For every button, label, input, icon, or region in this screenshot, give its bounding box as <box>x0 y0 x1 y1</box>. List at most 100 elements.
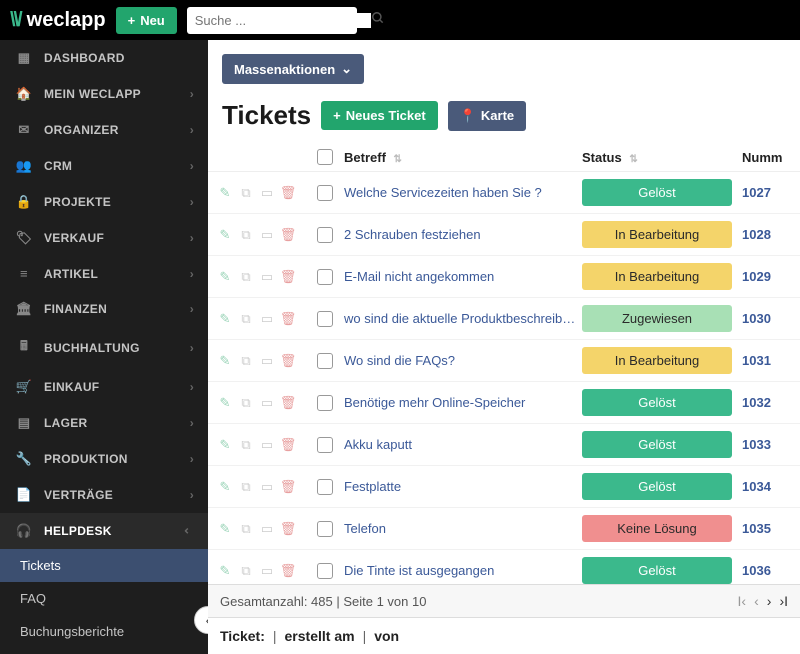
row-checkbox[interactable] <box>317 479 333 495</box>
row-checkbox[interactable] <box>317 563 333 579</box>
ticket-number-link[interactable]: 1027 <box>742 185 771 200</box>
sidebar-item-produktion[interactable]: 🔧PRODUKTION› <box>0 441 208 477</box>
logo[interactable]: \\/ weclapp <box>10 9 106 32</box>
copy-icon[interactable]: ⧉ <box>237 185 255 201</box>
new-ticket-button[interactable]: + Neues Ticket <box>321 101 438 130</box>
mass-actions-button[interactable]: Massenaktionen ⌄ <box>222 54 364 84</box>
ticket-subject-link[interactable]: Die Tinte ist ausgegangen <box>344 563 582 578</box>
search-input[interactable] <box>195 13 371 28</box>
ticket-number-link[interactable]: 1032 <box>742 395 771 410</box>
row-checkbox[interactable] <box>317 395 333 411</box>
copy-icon[interactable]: ⧉ <box>237 269 255 285</box>
ticket-subject-link[interactable]: Wo sind die FAQs? <box>344 353 582 368</box>
folder-icon[interactable]: ▭ <box>258 563 276 579</box>
ticket-subject-link[interactable]: Akku kaputt <box>344 437 582 452</box>
sidebar-item-dashboard[interactable]: ▦DASHBOARD <box>0 40 208 76</box>
ticket-subject-link[interactable]: 2 Schrauben festziehen <box>344 227 582 242</box>
copy-icon[interactable]: ⧉ <box>237 563 255 579</box>
row-checkbox[interactable] <box>317 185 333 201</box>
edit-icon[interactable]: ✎ <box>216 437 234 453</box>
delete-icon[interactable]: 🗑 <box>279 185 297 201</box>
col-number[interactable]: Numm <box>742 150 792 165</box>
delete-icon[interactable]: 🗑 <box>279 269 297 285</box>
edit-icon[interactable]: ✎ <box>216 521 234 537</box>
new-button[interactable]: + Neu <box>116 7 177 34</box>
sidebar-item-verträge[interactable]: 📄VERTRÄGE› <box>0 477 208 513</box>
sidebar-sub-faq[interactable]: FAQ <box>0 582 208 615</box>
row-checkbox[interactable] <box>317 353 333 369</box>
delete-icon[interactable]: 🗑 <box>279 437 297 453</box>
folder-icon[interactable]: ▭ <box>258 479 276 495</box>
page-prev-button[interactable]: ‹ <box>754 593 759 609</box>
sidebar-item-helpdesk[interactable]: 🎧HELPDESK⌄ <box>0 513 208 549</box>
sidebar-sub-reports[interactable]: Buchungsberichte <box>0 615 208 648</box>
col-subject[interactable]: Betreff ⇅ <box>338 150 582 165</box>
sidebar-item-artikel[interactable]: ≡ARTIKEL› <box>0 256 208 291</box>
ticket-subject-link[interactable]: wo sind die aktuelle Produktbeschreibung… <box>344 311 582 326</box>
copy-icon[interactable]: ⧉ <box>237 437 255 453</box>
folder-icon[interactable]: ▭ <box>258 311 276 327</box>
delete-icon[interactable]: 🗑 <box>279 353 297 369</box>
sidebar-item-finanzen[interactable]: 🏛FINANZEN› <box>0 291 208 327</box>
copy-icon[interactable]: ⧉ <box>237 479 255 495</box>
ticket-number-link[interactable]: 1034 <box>742 479 771 494</box>
edit-icon[interactable]: ✎ <box>216 185 234 201</box>
folder-icon[interactable]: ▭ <box>258 353 276 369</box>
edit-icon[interactable]: ✎ <box>216 353 234 369</box>
ticket-subject-link[interactable]: E-Mail nicht angekommen <box>344 269 582 284</box>
ticket-number-link[interactable]: 1031 <box>742 353 771 368</box>
edit-icon[interactable]: ✎ <box>216 479 234 495</box>
delete-icon[interactable]: 🗑 <box>279 479 297 495</box>
ticket-number-link[interactable]: 1035 <box>742 521 771 536</box>
sidebar-item-buchhaltung[interactable]: 🖩BUCHHALTUNG› <box>0 327 208 369</box>
copy-icon[interactable]: ⧉ <box>237 353 255 369</box>
sidebar-item-mein-weclapp[interactable]: 🏠MEIN WECLAPP› <box>0 76 208 112</box>
ticket-subject-link[interactable]: Benötige mehr Online-Speicher <box>344 395 582 410</box>
select-all-checkbox[interactable] <box>317 149 333 165</box>
edit-icon[interactable]: ✎ <box>216 563 234 579</box>
sidebar-item-lager[interactable]: ▤LAGER› <box>0 405 208 441</box>
sidebar-item-crm[interactable]: 👥CRM› <box>0 148 208 184</box>
row-checkbox[interactable] <box>317 269 333 285</box>
delete-icon[interactable]: 🗑 <box>279 227 297 243</box>
search-icon[interactable] <box>371 11 385 30</box>
sidebar-item-organizer[interactable]: ✉ORGANIZER› <box>0 112 208 148</box>
page-next-button[interactable]: › <box>767 593 772 609</box>
delete-icon[interactable]: 🗑 <box>279 521 297 537</box>
row-checkbox[interactable] <box>317 437 333 453</box>
page-first-button[interactable]: I‹ <box>738 593 747 609</box>
sidebar-item-einkauf[interactable]: 🛒EINKAUF› <box>0 369 208 405</box>
ticket-subject-link[interactable]: Welche Servicezeiten haben Sie ? <box>344 185 582 200</box>
sidebar-item-projekte[interactable]: 🔒PROJEKTE› <box>0 184 208 220</box>
delete-icon[interactable]: 🗑 <box>279 395 297 411</box>
sidebar-sub-tickets[interactable]: Tickets <box>0 549 208 582</box>
folder-icon[interactable]: ▭ <box>258 395 276 411</box>
ticket-number-link[interactable]: 1036 <box>742 563 771 578</box>
delete-icon[interactable]: 🗑 <box>279 311 297 327</box>
ticket-number-link[interactable]: 1028 <box>742 227 771 242</box>
folder-icon[interactable]: ▭ <box>258 227 276 243</box>
ticket-subject-link[interactable]: Festplatte <box>344 479 582 494</box>
ticket-number-link[interactable]: 1033 <box>742 437 771 452</box>
edit-icon[interactable]: ✎ <box>216 311 234 327</box>
folder-icon[interactable]: ▭ <box>258 437 276 453</box>
row-checkbox[interactable] <box>317 521 333 537</box>
copy-icon[interactable]: ⧉ <box>237 521 255 537</box>
map-button[interactable]: 📍 Karte <box>448 101 526 131</box>
edit-icon[interactable]: ✎ <box>216 395 234 411</box>
edit-icon[interactable]: ✎ <box>216 227 234 243</box>
ticket-subject-link[interactable]: Telefon <box>344 521 582 536</box>
copy-icon[interactable]: ⧉ <box>237 311 255 327</box>
ticket-number-link[interactable]: 1029 <box>742 269 771 284</box>
copy-icon[interactable]: ⧉ <box>237 395 255 411</box>
sidebar-item-verkauf[interactable]: 🏷VERKAUF› <box>0 220 208 256</box>
folder-icon[interactable]: ▭ <box>258 521 276 537</box>
folder-icon[interactable]: ▭ <box>258 269 276 285</box>
copy-icon[interactable]: ⧉ <box>237 227 255 243</box>
ticket-number-link[interactable]: 1030 <box>742 311 771 326</box>
search-box[interactable] <box>187 7 357 34</box>
col-status[interactable]: Status ⇅ <box>582 150 742 165</box>
edit-icon[interactable]: ✎ <box>216 269 234 285</box>
folder-icon[interactable]: ▭ <box>258 185 276 201</box>
row-checkbox[interactable] <box>317 227 333 243</box>
